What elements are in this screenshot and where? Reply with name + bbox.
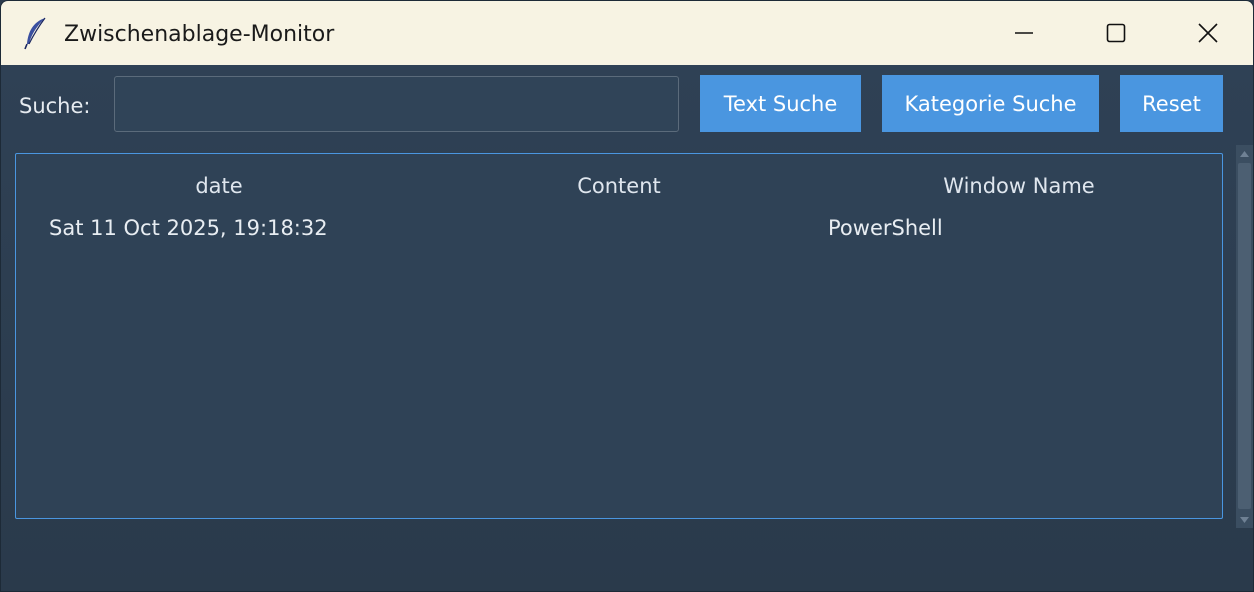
minimize-button[interactable] [978, 1, 1070, 65]
search-label: Suche: [19, 94, 91, 118]
arrow-up-icon [1240, 150, 1249, 157]
scroll-down-button[interactable] [1236, 511, 1253, 528]
maximize-button[interactable] [1070, 1, 1162, 65]
title-bar[interactable]: Zwischenablage-Monitor [1, 1, 1253, 65]
reset-button[interactable]: Reset [1120, 75, 1223, 132]
maximize-icon [1106, 23, 1126, 43]
search-input[interactable] [114, 76, 679, 132]
app-window: Zwischenablage-Monitor Suche: Text Suche… [0, 0, 1254, 592]
close-button[interactable] [1162, 1, 1253, 65]
arrow-down-icon [1240, 516, 1249, 523]
clipboard-table[interactable]: date Content Window Name Sat 11 Oct 2025… [15, 153, 1223, 519]
scroll-up-button[interactable] [1236, 145, 1253, 162]
category-search-button[interactable]: Kategorie Suche [882, 75, 1099, 132]
window-title: Zwischenablage-Monitor [64, 22, 335, 47]
column-header-window-name[interactable]: Window Name [943, 174, 1094, 198]
minimize-icon [1015, 32, 1033, 34]
column-header-content[interactable]: Content [577, 174, 661, 198]
table-row[interactable]: Sat 11 Oct 2025, 19:18:32 PowerShell [16, 210, 1222, 250]
cell-window-name: PowerShell [828, 216, 943, 240]
vertical-scrollbar[interactable] [1236, 145, 1253, 528]
close-icon [1198, 23, 1218, 43]
column-header-date[interactable]: date [195, 174, 242, 198]
feather-icon [23, 16, 49, 50]
cell-date: Sat 11 Oct 2025, 19:18:32 [49, 216, 328, 240]
text-search-button[interactable]: Text Suche [700, 75, 861, 132]
scroll-thumb[interactable] [1238, 163, 1251, 509]
main-content: Suche: Text Suche Kategorie Suche Reset … [1, 65, 1253, 591]
